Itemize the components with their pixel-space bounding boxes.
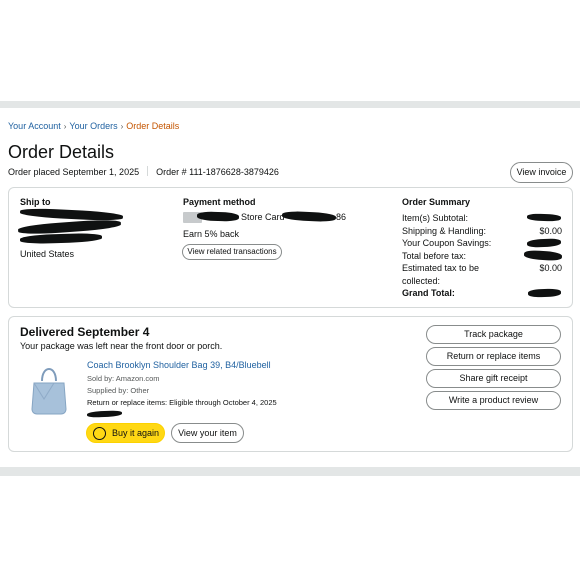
meta-divider bbox=[147, 166, 149, 176]
order-number: Order # 111-1876628-3879426 bbox=[156, 167, 279, 177]
summary-row-label: collected: bbox=[402, 276, 441, 286]
view-your-item-button[interactable]: View your item bbox=[171, 423, 244, 443]
ship-to-label: Ship to bbox=[20, 197, 51, 207]
return-eligibility-text: Return or replace items: Eligible throug… bbox=[87, 398, 277, 407]
return-replace-button[interactable]: Return or replace items bbox=[426, 347, 561, 366]
estimated-tax-value: $0.00 bbox=[539, 263, 562, 273]
page-title: Order Details bbox=[8, 142, 115, 162]
summary-row-label: Shipping & Handling: bbox=[402, 226, 487, 236]
reorder-icon bbox=[93, 427, 106, 440]
buy-it-again-label: Buy it again bbox=[112, 428, 160, 438]
breadcrumb: Your Account › Your Orders › Order Details bbox=[8, 121, 179, 131]
delivery-status-title: Delivered September 4 bbox=[20, 325, 150, 339]
breadcrumb-your-orders[interactable]: Your Orders bbox=[69, 121, 117, 131]
chevron-right-icon: › bbox=[63, 122, 67, 131]
sold-by-text: Sold by: Amazon.com bbox=[87, 374, 160, 383]
shipping-value: $0.00 bbox=[539, 226, 562, 236]
order-meta: Order placed September 1, 2025 Order # 11… bbox=[8, 166, 279, 177]
top-divider-band bbox=[0, 101, 580, 108]
breadcrumb-current: Order Details bbox=[126, 121, 180, 131]
grand-total-label: Grand Total: bbox=[402, 288, 455, 298]
write-review-button[interactable]: Write a product review bbox=[426, 391, 561, 410]
supplied-by-text: Supplied by: Other bbox=[87, 386, 150, 395]
summary-row-label: Estimated tax to be bbox=[402, 263, 480, 273]
product-title-link[interactable]: Coach Brooklyn Shoulder Bag 39, B4/Blueb… bbox=[87, 360, 271, 370]
summary-row-label: Your Coupon Savings: bbox=[402, 238, 492, 248]
earn-back-text: Earn 5% back bbox=[183, 229, 240, 239]
bottom-divider-band bbox=[0, 467, 580, 476]
view-invoice-button[interactable]: View invoice bbox=[510, 162, 573, 183]
share-gift-receipt-button[interactable]: Share gift receipt bbox=[426, 369, 561, 388]
payment-card-suffix: 86 bbox=[336, 212, 347, 222]
summary-row-label: Item(s) Subtotal: bbox=[402, 213, 469, 223]
summary-row-label: Total before tax: bbox=[402, 251, 467, 261]
delivery-location-text: Your package was left near the front doo… bbox=[20, 341, 223, 351]
order-placed-date: Order placed September 1, 2025 bbox=[8, 167, 140, 177]
ship-to-country: United States bbox=[20, 249, 75, 259]
order-summary-label: Order Summary bbox=[402, 197, 471, 207]
chevron-right-icon: › bbox=[120, 122, 124, 131]
track-package-button[interactable]: Track package bbox=[426, 325, 561, 344]
breadcrumb-your-account[interactable]: Your Account bbox=[8, 121, 61, 131]
payment-method-label: Payment method bbox=[183, 197, 256, 207]
payment-card-name: Store Card bbox=[241, 212, 285, 222]
product-image[interactable] bbox=[28, 359, 70, 415]
view-related-transactions-button[interactable]: View related transactions bbox=[182, 244, 282, 260]
buy-it-again-button[interactable]: Buy it again bbox=[86, 423, 165, 443]
